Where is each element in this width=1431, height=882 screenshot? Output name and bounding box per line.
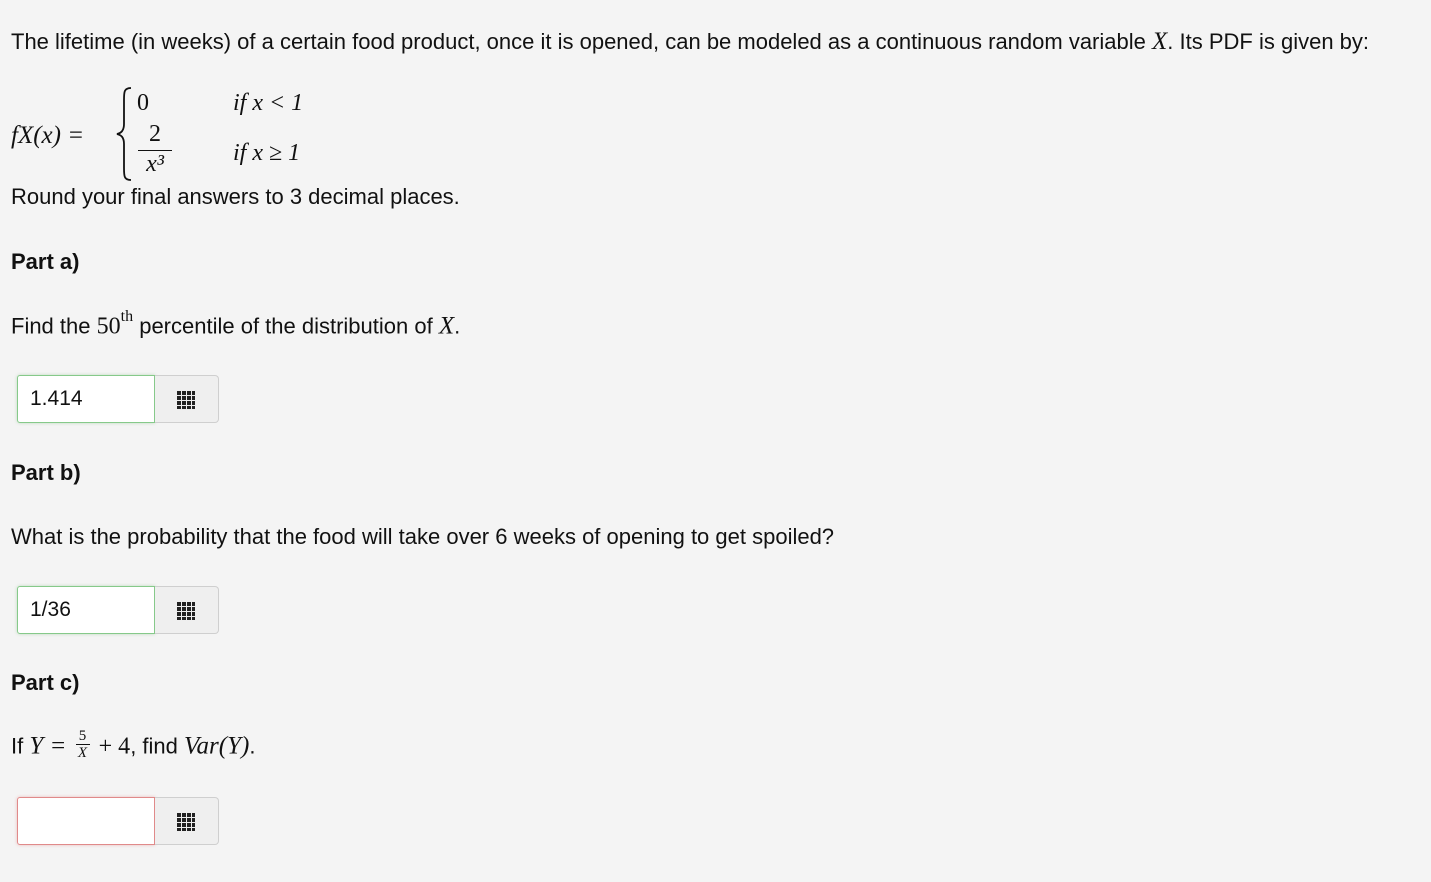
part-c-answer-input[interactable] [17,797,155,845]
part-a-equation-editor-button[interactable] [155,375,219,423]
part-c-answer-group [17,797,219,845]
part-b-question: What is the probability that the food wi… [11,524,835,549]
part-a-period: . [454,313,461,339]
pdf-case2-numerator: 2 [149,121,161,147]
part-c-heading: Part c) [11,670,80,695]
pdf-case2-fraction: 2 x³ [138,120,172,177]
part-c-question: If Y = 5 X + 4, find Var(Y). [11,728,256,763]
part-c-plus-term: + 4 [98,733,131,760]
part-c-question-prefix: If [11,733,24,759]
part-c-question-middle: , find [130,733,178,759]
part-b-answer-group [17,586,219,634]
part-c-frac-denominator: X [77,745,88,761]
part-c-lhs: Y = [29,732,67,760]
part-c-equation-editor-button[interactable] [155,797,219,845]
intro-text: The lifetime (in weeks) of a certain foo… [11,29,1146,54]
pdf-case2-condition: if x ≥ 1 [233,140,301,166]
pdf-case1-value: 0 [137,90,149,116]
grid-icon [177,602,195,620]
part-a-answer-input[interactable] [17,375,155,423]
part-a-question-before: Find the [11,313,91,339]
part-c-var-expr: Var(Y) [184,732,250,760]
part-a-var: X [438,312,455,340]
part-a-question: Find the 50th percentile of the distribu… [11,308,461,340]
part-b-heading: Part b) [11,460,81,485]
percentile-number: 50 [96,313,121,340]
pdf-lhs: fX(x) = [11,122,85,149]
part-c-period: . [249,733,256,759]
part-a-question-after: percentile of the distribution of [139,313,433,339]
problem-intro: The lifetime (in weeks) of a certain foo… [11,28,1369,56]
part-c-frac-numerator: 5 [78,728,87,744]
pdf-formula: fX(x) = 0 if x < 1 2 x³ if x ≥ 1 [11,86,351,186]
pdf-case2-denominator: x³ [146,151,164,177]
rounding-note: Round your final answers to 3 decimal pl… [11,184,460,209]
part-a-answer-group [17,375,219,423]
intro-text-after: . Its PDF is given by: [1167,29,1370,54]
pdf-case1-condition: if x < 1 [233,90,304,116]
part-b-equation-editor-button[interactable] [155,586,219,634]
part-b-answer-input[interactable] [17,586,155,634]
percentile-suffix: th [120,308,134,325]
part-c-fraction: 5 X [75,728,90,761]
grid-icon [177,391,195,409]
grid-icon [177,813,195,831]
part-a-heading: Part a) [11,249,80,274]
random-variable: X [1152,28,1168,55]
left-brace-icon [116,87,132,181]
